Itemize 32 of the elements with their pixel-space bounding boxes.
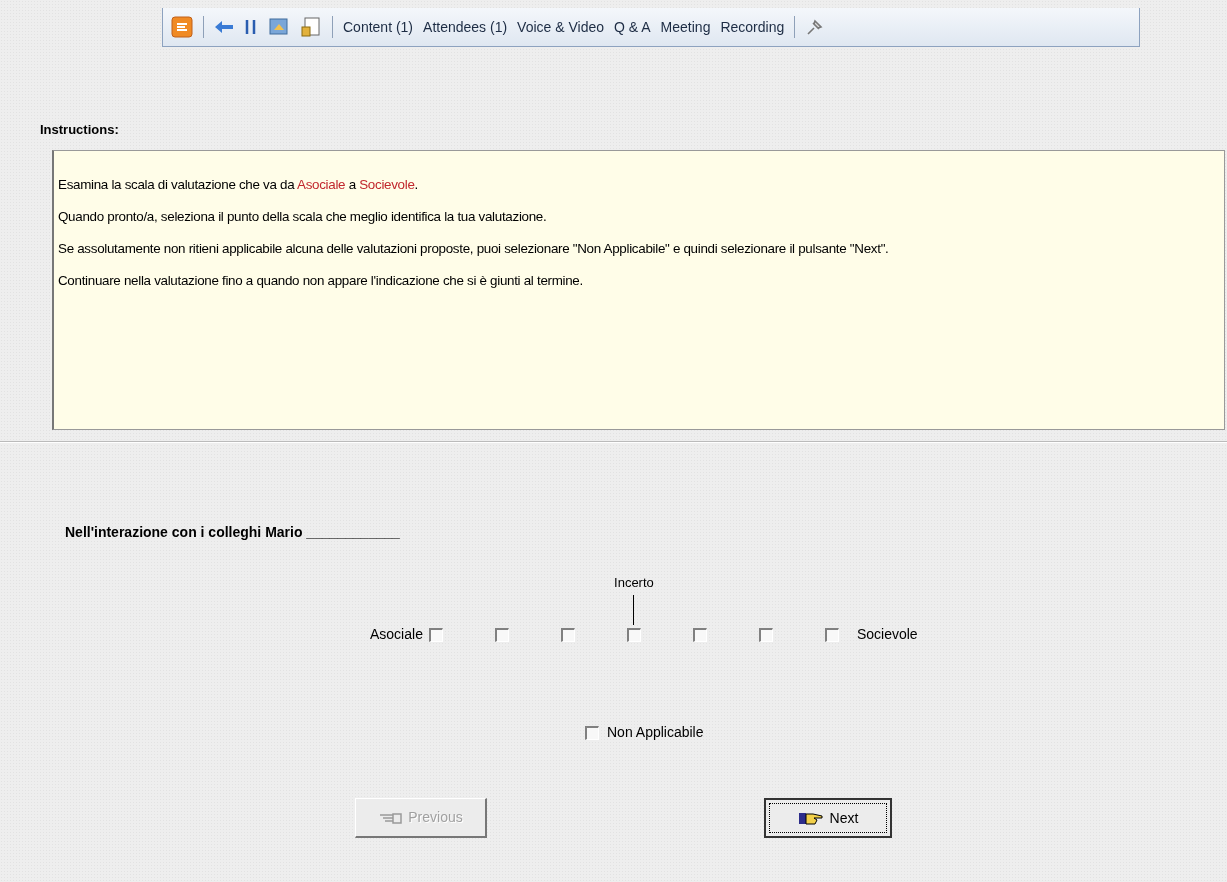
pointing-hand-icon — [797, 810, 824, 826]
toolbar-tab[interactable]: Recording — [720, 16, 785, 38]
checkbox[interactable] — [824, 628, 839, 642]
instruction-text: Quando pronto/a, seleziona il punto della scala che meglio identifica la tua valutazione. — [58, 208, 548, 224]
next-button[interactable]: Next — [764, 798, 892, 838]
scale-label: Asociale — [370, 626, 423, 642]
back-arrow-icon[interactable] — [214, 19, 234, 35]
toolbar-tab[interactable]: Attendees (1) — [423, 16, 508, 38]
app-menu-icon[interactable] — [171, 16, 193, 38]
instructions-heading: Instructions: — [40, 121, 120, 139]
checkbox[interactable] — [585, 725, 599, 740]
tick-line — [633, 595, 635, 625]
instruction-text: Continuare nella valutazione fino a quando non appare l'indicazione che si è giunti al termine. — [58, 272, 584, 288]
instruction-text: Se assolutamente non ritieni applicabile alcuna delle valutazioni proposte, puoi selezionare "Non Applicabile" e quindi selezionare il pulsante "Next". — [58, 240, 890, 256]
document-icon[interactable] — [300, 16, 322, 38]
checkbox[interactable] — [428, 628, 443, 642]
toolbar-tab[interactable]: Voice & Video — [517, 16, 605, 38]
checkbox[interactable] — [758, 628, 773, 642]
scale-label: Socievole — [856, 626, 918, 642]
toolbar-tab[interactable]: Meeting — [660, 16, 711, 38]
checkbox-label: Non Applicabile — [607, 723, 704, 742]
pause-icon[interactable] — [244, 18, 258, 36]
checkbox[interactable] — [692, 628, 707, 642]
checkbox[interactable] — [494, 628, 509, 642]
pointing-hand-icon — [378, 810, 403, 825]
toolbar-tab[interactable]: Content (1) — [343, 16, 414, 38]
instruction-text: Esamina la scala di valutazione che va da Asociale a Socievole. — [58, 176, 419, 192]
checkbox[interactable] — [560, 628, 575, 642]
toolbar-tab[interactable]: Q & A — [614, 16, 651, 38]
checkbox[interactable] — [626, 628, 641, 642]
midpoint-label: Incerto — [614, 573, 654, 592]
question-text: Nell'interazione con i colleghi Mario ____________ — [65, 522, 401, 542]
